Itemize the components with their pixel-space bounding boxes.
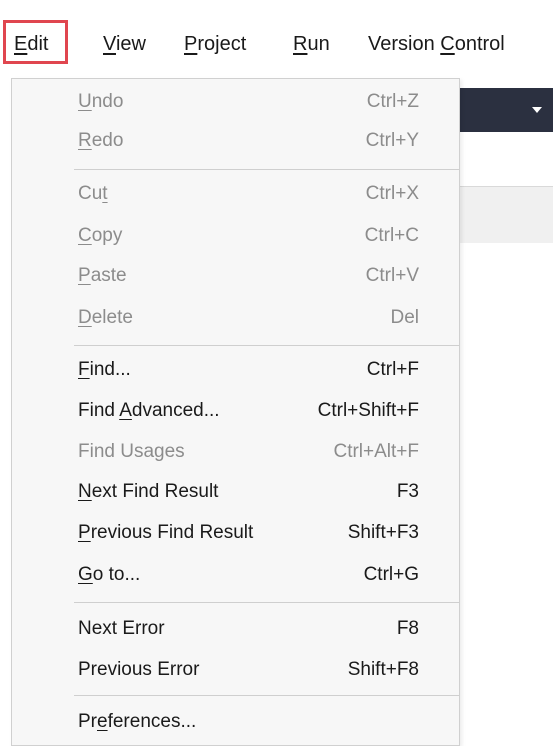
menu-item-shortcut: Ctrl+Alt+F: [333, 441, 419, 462]
menubar-version-control[interactable]: Version Control: [368, 24, 505, 64]
menubar-view[interactable]: View: [103, 24, 146, 64]
menu-separator: [74, 169, 459, 170]
menu-item-label: Previous Error: [78, 659, 200, 680]
menu-item-shortcut: Ctrl+C: [364, 225, 419, 246]
editor-row: [460, 187, 553, 243]
chevron-down-icon[interactable]: [532, 107, 542, 113]
menu-item-shortcut: F3: [396, 481, 419, 502]
menu-separator: [74, 602, 459, 603]
menu-item-redo: Redo Ctrl+Y: [12, 122, 459, 160]
menu-item-label: Find...: [78, 359, 131, 380]
menu-item-shortcut: Ctrl+G: [363, 564, 419, 585]
menu-item-label: Undo: [78, 91, 124, 112]
menu-item-label: Paste: [78, 265, 127, 286]
menubar-project[interactable]: Project: [184, 24, 246, 64]
menu-item-delete: Delete Del: [12, 299, 459, 337]
edit-menu-dropdown: Undo Ctrl+Z Redo Ctrl+Y Cut Ctrl+X Copy Ctrl+C P…: [11, 78, 460, 746]
menu-item-shortcut: Ctrl+Shift+F: [317, 400, 419, 421]
menubar-run[interactable]: Run: [293, 24, 330, 64]
menu-item-shortcut: Ctrl+Y: [365, 130, 419, 151]
menu-item-find-advanced[interactable]: Find Advanced... Ctrl+Shift+F: [12, 392, 459, 430]
menu-item-label: Cut: [78, 183, 108, 204]
menu-item-label: Delete: [78, 307, 133, 328]
menu-item-find[interactable]: Find... Ctrl+F: [12, 351, 459, 389]
menu-item-label: Find Advanced...: [78, 400, 220, 421]
menu-item-shortcut: Ctrl+F: [366, 359, 419, 380]
menu-item-shortcut: Ctrl+X: [365, 183, 419, 204]
menu-item-label: Preferences...: [78, 711, 197, 732]
menu-item-find-usages: Find Usages Ctrl+Alt+F: [12, 433, 459, 471]
menu-item-shortcut: F8: [396, 618, 419, 639]
menu-item-label: Redo: [78, 130, 124, 151]
menu-item-shortcut: Del: [390, 307, 419, 328]
menu-item-label: Go to...: [78, 564, 141, 585]
menu-item-go-to[interactable]: Go to... Ctrl+G: [12, 556, 459, 594]
menu-item-undo: Undo Ctrl+Z: [12, 83, 459, 121]
menu-item-shortcut: Ctrl+V: [365, 265, 419, 286]
menu-item-paste: Paste Ctrl+V: [12, 257, 459, 295]
menu-item-previous-find-result[interactable]: Previous Find Result Shift+F3: [12, 514, 459, 552]
menu-item-shortcut: Shift+F3: [347, 522, 419, 543]
menu-item-cut: Cut Ctrl+X: [12, 175, 459, 213]
menu-item-copy: Copy Ctrl+C: [12, 217, 459, 255]
menu-item-label: Find Usages: [78, 441, 185, 462]
menu-item-preferences[interactable]: Preferences...: [12, 703, 459, 741]
menu-item-label: Next Find Result: [78, 481, 219, 502]
menu-item-next-find-result[interactable]: Next Find Result F3: [12, 473, 459, 511]
menu-item-shortcut: Shift+F8: [347, 659, 419, 680]
menu-item-shortcut: Ctrl+Z: [366, 91, 419, 112]
menu-item-label: Previous Find Result: [78, 522, 254, 543]
menu-item-label: Next Error: [78, 618, 165, 639]
menubar: Edit View Project Run Version Control: [0, 0, 553, 88]
menu-separator: [74, 695, 459, 696]
menu-item-previous-error[interactable]: Previous Error Shift+F8: [12, 651, 459, 689]
menubar-edit[interactable]: Edit: [2, 20, 69, 64]
menu-item-next-error[interactable]: Next Error F8: [12, 610, 459, 648]
menu-item-label: Copy: [78, 225, 123, 246]
menu-separator: [74, 345, 459, 346]
